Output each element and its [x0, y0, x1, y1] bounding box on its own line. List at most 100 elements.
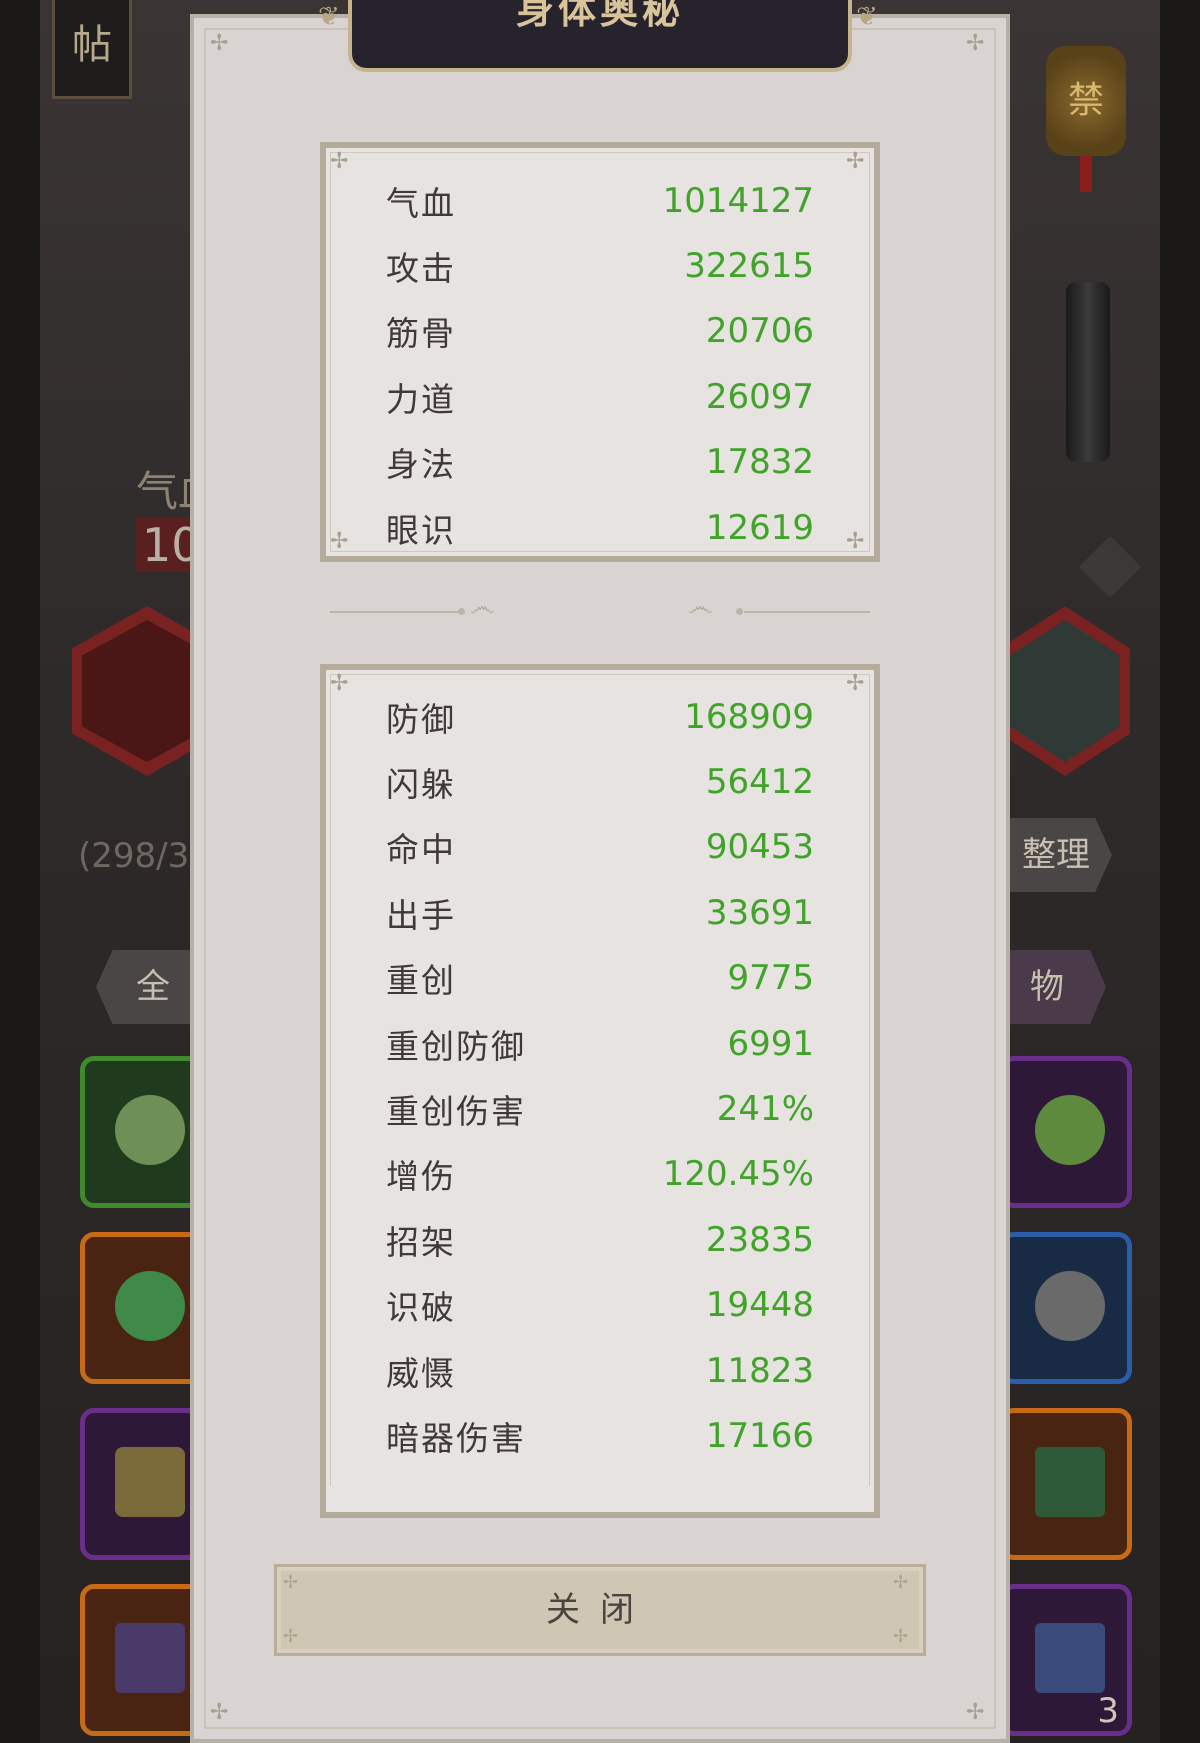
corner-ornament-icon: ✢ [966, 31, 985, 56]
attribute-value: 19448 [705, 1285, 814, 1326]
attribute-row: 威慑 11823 [386, 1338, 814, 1403]
ornament-tassel [1080, 156, 1092, 192]
attribute-label: 增伤 [386, 1157, 456, 1197]
corner-ornament-icon: ✢ [893, 1572, 929, 1593]
attribute-row: 力道 26097 [386, 364, 814, 429]
inventory-slot[interactable] [1000, 1408, 1132, 1560]
corner-ornament-icon: ✢ [330, 671, 349, 696]
sort-button[interactable]: 整理 [1000, 818, 1112, 892]
attribute-label: 招架 [386, 1222, 456, 1262]
attribute-label: 身法 [386, 445, 456, 485]
attribute-value: 56412 [705, 762, 814, 803]
attribute-value: 23835 [705, 1219, 814, 1260]
censer-icon [115, 1447, 185, 1517]
background-edge-right [1160, 0, 1200, 1743]
divider-curl-icon: ෴ [688, 592, 713, 622]
filter-tab-items[interactable]: 物 [1000, 950, 1106, 1024]
attribute-label: 出手 [386, 895, 456, 935]
orb-icon [115, 1095, 185, 1165]
attribute-row: 攻击 322615 [386, 233, 814, 298]
attribute-row: 招架 23835 [386, 1207, 814, 1272]
forbidden-ornament-icon[interactable]: 禁 [1046, 46, 1126, 156]
corner-ornament-icon: ✢ [966, 1700, 985, 1725]
attribute-label: 筋骨 [386, 314, 456, 354]
tag-icon[interactable]: 帖 [52, 0, 132, 99]
divider-curl-icon: ෴ [470, 592, 495, 622]
attribute-value: 120.45% [662, 1154, 814, 1195]
attribute-label: 命中 [386, 830, 456, 870]
attribute-row: 出手 33691 [386, 880, 814, 945]
green-chest-icon [1035, 1447, 1105, 1517]
corner-ornament-icon: ✢ [283, 1572, 319, 1593]
attribute-value: 9775 [727, 958, 814, 999]
attribute-row: 重创伤害 241% [386, 1076, 814, 1141]
attribute-row: 重创防御 6991 [386, 1011, 814, 1076]
attribute-label: 暗器伤害 [386, 1418, 526, 1458]
attribute-row: 气血 1014127 [386, 168, 814, 233]
attribute-value: 17166 [705, 1415, 814, 1456]
corner-ornament-icon: ✢ [283, 1626, 319, 1647]
primary-attribute-list: 气血 1014127 攻击 322615 筋骨 20706 力道 26097 身法 178… [386, 168, 814, 560]
sword-icon[interactable] [1066, 282, 1110, 462]
attribute-row: 识破 19448 [386, 1273, 814, 1338]
title-flourish-icon: ❦ [318, 2, 340, 32]
inventory-slot[interactable] [1000, 1056, 1132, 1208]
attribute-row: 眼识 12619 [386, 495, 814, 560]
corner-ornament-icon: ✢ [210, 31, 229, 56]
attribute-value: 90453 [705, 827, 814, 868]
attribute-value: 6991 [727, 1023, 814, 1064]
section-divider: ෴ ෴ [330, 592, 870, 622]
divider-dot [736, 608, 743, 615]
dragon-medallion-icon [1035, 1271, 1105, 1341]
attribute-row: 防御 168909 [386, 684, 814, 749]
inventory-slot[interactable] [1000, 1232, 1132, 1384]
attribute-row: 增伤 120.45% [386, 1142, 814, 1207]
corner-ornament-icon: ✢ [846, 529, 865, 554]
inventory-slot[interactable]: 3 [1000, 1584, 1132, 1736]
item-count: 3 [1097, 1691, 1119, 1731]
corner-ornament-icon: ✢ [846, 671, 865, 696]
corner-ornament-icon: ✢ [846, 149, 865, 174]
attribute-value: 17832 [705, 442, 814, 483]
jade-pendant-icon [1035, 1095, 1105, 1165]
divider-line [744, 611, 870, 613]
divider-dot [458, 608, 465, 615]
secondary-attribute-list[interactable]: 防御 168909 闪躲 56412 命中 90453 出手 33691 重创 9775 … [386, 684, 814, 1512]
close-button[interactable]: ✢ ✢ ✢ ✢ 关闭 [274, 1564, 926, 1656]
attribute-value: 1014127 [662, 180, 814, 221]
corner-ornament-icon: ✢ [330, 149, 349, 174]
attribute-label: 力道 [386, 379, 456, 419]
attribute-row: 命中 90453 [386, 815, 814, 880]
attribute-value: 241% [716, 1089, 814, 1130]
secondary-attributes-panel[interactable]: ✢ ✢ 防御 168909 闪躲 56412 命中 90453 出手 33691 重创 9… [320, 664, 880, 1518]
close-button-label: 关闭 [546, 1590, 654, 1630]
attribute-label: 识破 [386, 1288, 456, 1328]
attribute-label: 闪躲 [386, 765, 456, 805]
attribute-label: 防御 [386, 699, 456, 739]
dialog-title: 身体奥秘 [515, 0, 684, 32]
attribute-label: 气血 [386, 183, 456, 223]
attribute-value: 12619 [705, 507, 814, 548]
attribute-label: 重创伤害 [386, 1092, 526, 1132]
divider-line [330, 611, 458, 613]
jade-disc-icon [115, 1271, 185, 1341]
attribute-label: 攻击 [386, 249, 456, 289]
corner-ornament-icon: ✢ [210, 1700, 229, 1725]
chest-icon [115, 1623, 185, 1693]
title-flourish-icon: ❦ [856, 2, 878, 32]
attribute-row: 暗器伤害 17166 [386, 1403, 814, 1468]
attribute-row: 筋骨 20706 [386, 299, 814, 364]
attribute-label: 威慑 [386, 1353, 456, 1393]
background-edge-left [0, 0, 40, 1743]
scroll-fade [326, 1486, 874, 1512]
attribute-label: 重创 [386, 961, 456, 1001]
corner-ornament-icon: ✢ [893, 1626, 929, 1647]
attribute-value: 168909 [684, 696, 814, 737]
attribute-value: 26097 [705, 376, 814, 417]
attribute-row: 重创 9775 [386, 946, 814, 1011]
dialog-title-bar: 身体奥秘 [348, 0, 852, 72]
attribute-value: 11823 [705, 1350, 814, 1391]
attribute-row: 身法 17832 [386, 430, 814, 495]
attribute-value: 322615 [684, 246, 814, 287]
attribute-value: 33691 [705, 892, 814, 933]
